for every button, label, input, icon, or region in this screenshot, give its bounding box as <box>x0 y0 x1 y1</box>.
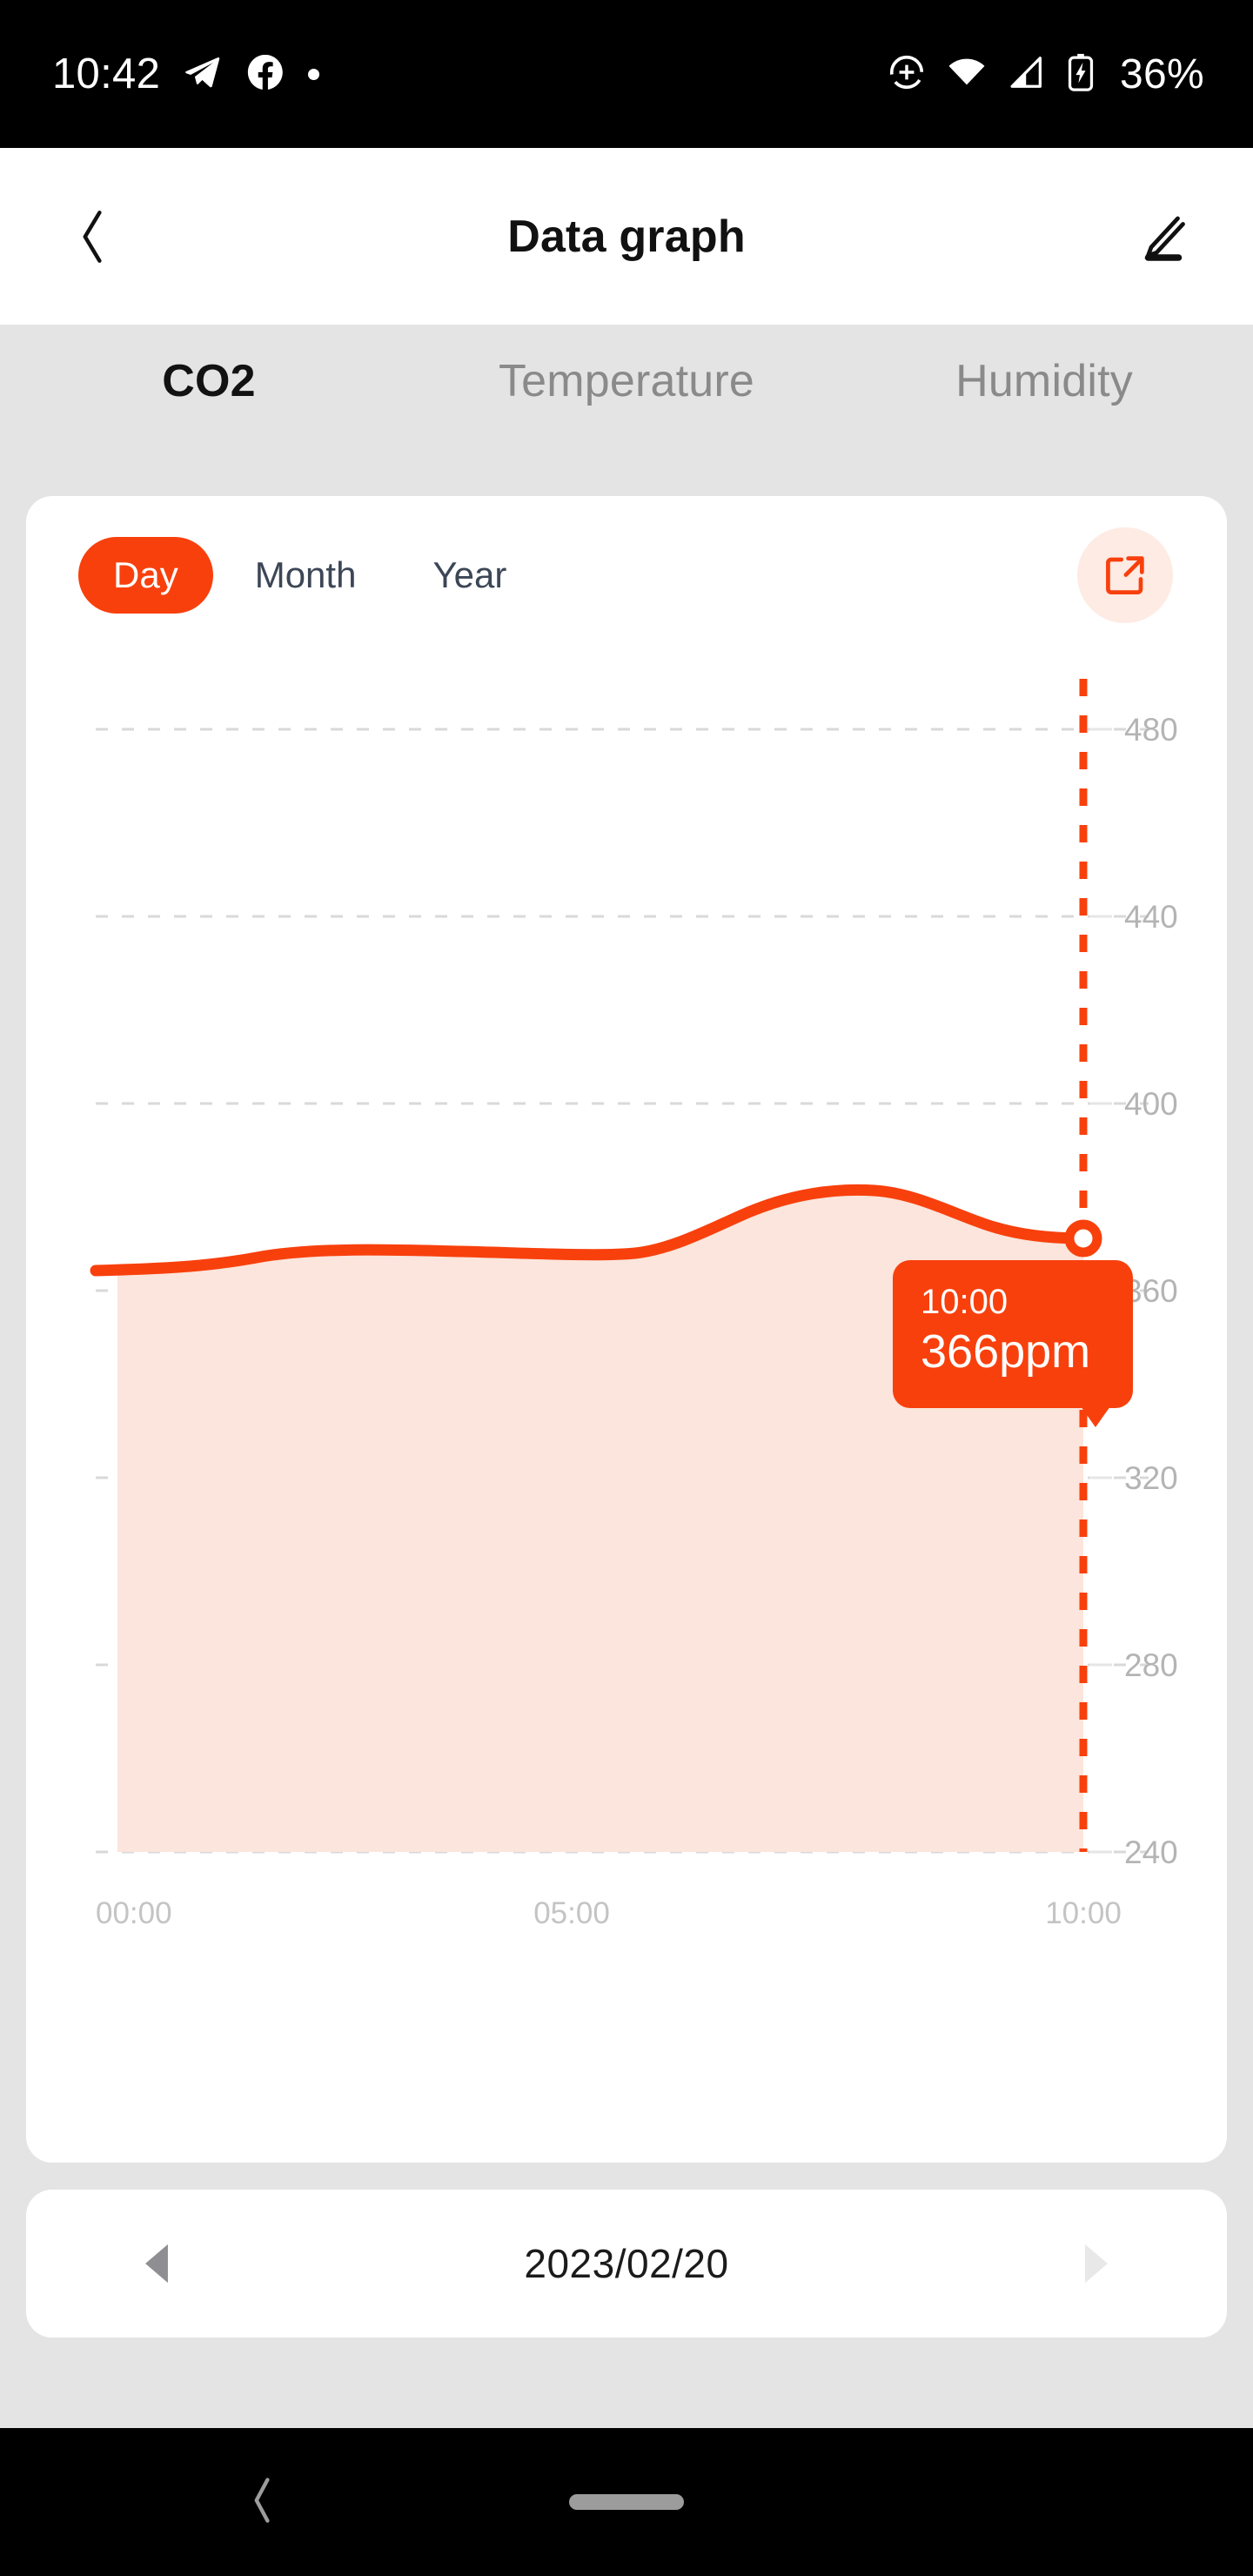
triangle-right-icon <box>1085 2244 1108 2284</box>
chart-tooltip: 10:00 366ppm <box>893 1260 1133 1408</box>
tooltip-value: 366ppm <box>921 1325 1091 1378</box>
date-next-button[interactable] <box>1070 2237 1122 2290</box>
period-day[interactable]: Day <box>78 537 213 614</box>
notification-dot-icon <box>308 68 320 80</box>
period-year[interactable]: Year <box>398 537 541 614</box>
page-title: Data graph <box>507 211 746 262</box>
tab-temperature[interactable]: Temperature <box>418 355 835 407</box>
edit-button[interactable] <box>1124 198 1203 276</box>
chevron-left-icon <box>83 210 102 263</box>
status-time: 10:42 <box>52 50 161 97</box>
tab-co2[interactable]: CO2 <box>0 355 418 407</box>
telegram-icon <box>183 52 223 97</box>
status-bar: 10:42 36% <box>0 0 1253 148</box>
triangle-left-icon <box>145 2244 168 2284</box>
cellular-signal-icon <box>1007 52 1047 97</box>
location-add-icon <box>887 52 927 97</box>
y-tick-320: 320 <box>1124 1460 1178 1496</box>
highlight-point <box>1064 1219 1102 1258</box>
period-selector: Day Month Year <box>26 496 1227 623</box>
facebook-icon <box>245 52 285 97</box>
x-tick-1: 05:00 <box>533 1896 610 1930</box>
status-bar-right: 36% <box>887 50 1204 98</box>
y-tick-440: 440 <box>1124 899 1178 935</box>
x-tick-0: 00:00 <box>96 1896 172 1930</box>
y-tick-280: 280 <box>1124 1647 1178 1683</box>
tab-bar: CO2 Temperature Humidity <box>0 325 1253 438</box>
external-link-icon <box>1106 556 1144 594</box>
pencil-edit-icon <box>1144 216 1185 261</box>
y-tick-240: 240 <box>1124 1835 1178 1870</box>
nav-back-button[interactable] <box>248 2475 278 2530</box>
battery-percent-label: 36% <box>1120 50 1204 97</box>
date-label: 2023/02/20 <box>524 2241 729 2286</box>
tab-humidity[interactable]: Humidity <box>835 355 1253 407</box>
x-axis: 00:00 05:00 10:00 <box>96 1896 1122 1930</box>
back-button[interactable] <box>54 198 132 276</box>
period-month[interactable]: Month <box>220 537 392 614</box>
chevron-left-icon <box>254 2477 270 2523</box>
status-bar-left: 10:42 <box>52 50 320 98</box>
x-tick-2: 10:00 <box>1045 1896 1122 1930</box>
nav-home-indicator[interactable] <box>569 2494 684 2510</box>
wifi-icon <box>946 52 988 97</box>
date-navigation: 2023/02/20 <box>26 2190 1227 2338</box>
chart-card: Day Month Year 480 440 400 360 320 280 2… <box>26 496 1227 2163</box>
tooltip-time: 10:00 <box>921 1283 1008 1321</box>
battery-charging-icon <box>1066 52 1096 97</box>
date-prev-button[interactable] <box>131 2237 183 2290</box>
y-tick-480: 480 <box>1124 712 1178 748</box>
app-header: Data graph <box>0 148 1253 325</box>
share-button[interactable] <box>1077 527 1173 623</box>
tooltip-pointer <box>1081 1406 1110 1427</box>
system-nav-bar <box>0 2428 1253 2576</box>
y-tick-400: 400 <box>1124 1086 1178 1122</box>
